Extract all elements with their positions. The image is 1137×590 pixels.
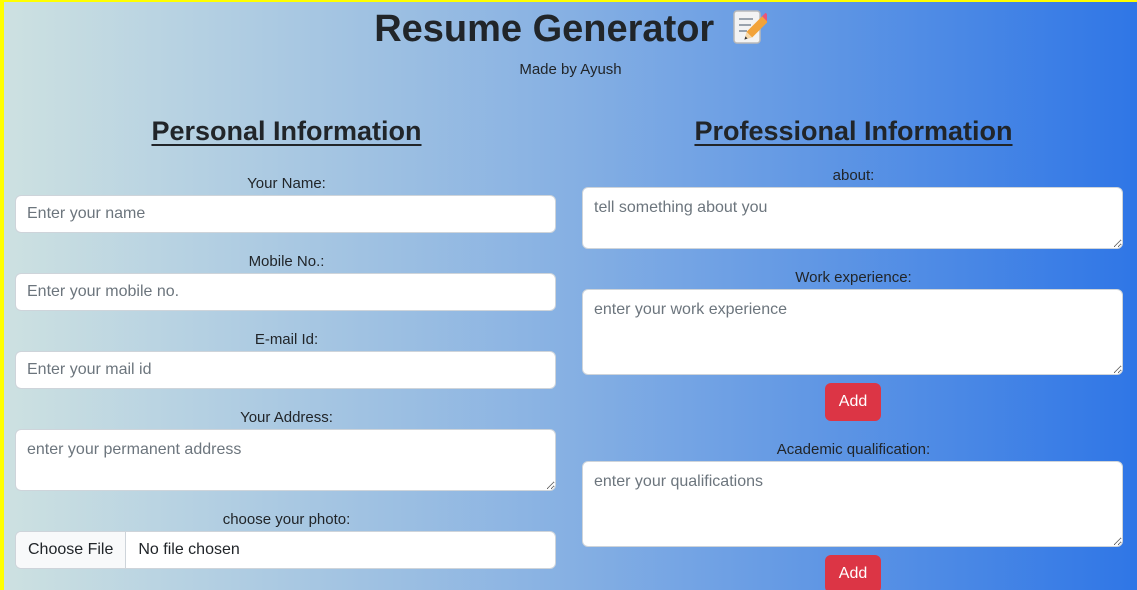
file-status-text: No file chosen — [138, 541, 240, 558]
address-label: Your Address: — [240, 409, 333, 426]
mobile-input[interactable] — [15, 273, 556, 311]
personal-information-heading: Personal Information — [151, 116, 422, 146]
page-background: Resume Generator Made by Ayush Personal … — [4, 2, 1137, 590]
mobile-label: Mobile No.: — [248, 253, 325, 270]
photo-file-input[interactable]: Choose File No file chosen — [15, 531, 556, 569]
work-experience-label: Work experience: — [795, 269, 912, 286]
page-title-text: Resume Generator — [374, 8, 715, 50]
add-academic-qualification-button[interactable]: Add — [825, 555, 881, 590]
name-label: Your Name: — [247, 175, 326, 192]
about-label: about: — [832, 167, 875, 184]
work-experience-textarea[interactable] — [582, 289, 1123, 375]
memo-icon — [733, 10, 767, 44]
address-textarea[interactable] — [15, 429, 556, 491]
email-label: E-mail Id: — [254, 331, 319, 348]
academic-qualification-textarea[interactable] — [582, 461, 1123, 547]
professional-information-heading: Professional Information — [694, 116, 1013, 146]
about-textarea[interactable] — [582, 187, 1123, 249]
email-input[interactable] — [15, 351, 556, 389]
page-title: Resume Generator — [4, 6, 1137, 52]
add-work-experience-button[interactable]: Add — [825, 383, 881, 421]
page-subtitle: Made by Ayush — [519, 61, 622, 78]
name-input[interactable] — [15, 195, 556, 233]
photo-label: choose your photo: — [222, 511, 351, 528]
academic-qualification-label: Academic qualification: — [776, 441, 931, 458]
choose-file-button[interactable]: Choose File — [16, 532, 127, 568]
